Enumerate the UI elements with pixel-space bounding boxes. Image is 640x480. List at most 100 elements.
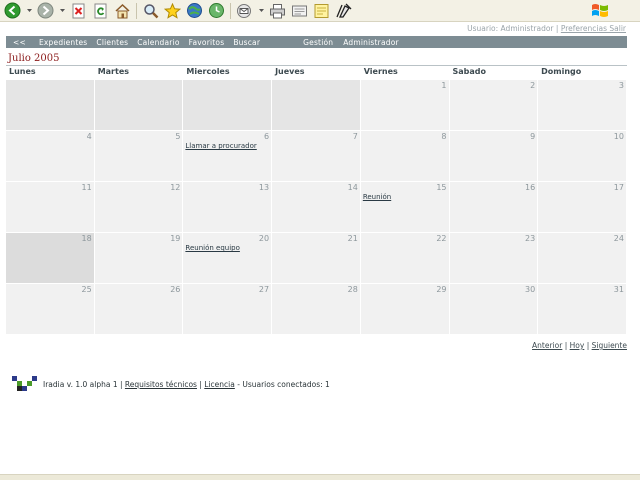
day-number: 17 <box>613 183 624 192</box>
nav-item-favoritos[interactable]: Favoritos <box>189 38 225 47</box>
calendar-day-cell[interactable]: 26 <box>94 284 184 335</box>
media-icon[interactable] <box>185 1 204 20</box>
calendar-day-cell[interactable]: 24 <box>538 233 627 284</box>
nav-back-button[interactable]: << <box>13 38 26 47</box>
calendar-event-link[interactable]: Reunión equipo <box>185 244 239 252</box>
back-icon[interactable] <box>3 1 22 20</box>
search-icon[interactable] <box>141 1 160 20</box>
day-number: 13 <box>258 183 270 192</box>
forward-dropdown-icon[interactable] <box>58 1 66 20</box>
browser-toolbar <box>0 0 640 22</box>
calendar-day-cell[interactable]: 18 <box>6 233 95 284</box>
discuss-icon[interactable] <box>312 1 331 20</box>
forward-icon[interactable] <box>36 1 55 20</box>
calendar-day-cell[interactable]: 22 <box>360 233 450 284</box>
weekday-label: Martes <box>97 67 130 76</box>
calendar-day-cell[interactable]: 30 <box>449 284 539 335</box>
back-dropdown-icon[interactable] <box>25 1 33 20</box>
calendar-day-cell[interactable]: 12 <box>94 182 184 233</box>
main-nav: << Expedientes Clientes Calendario Favor… <box>6 36 627 48</box>
calendar-event-link[interactable]: Reunión <box>363 193 391 201</box>
calendar-day-cell[interactable]: 1 <box>360 80 450 131</box>
today-link[interactable]: Hoy <box>570 341 585 350</box>
calendar-header: Lunes Martes Miercoles Jueves Viernes Sa… <box>6 67 627 80</box>
edit-icon[interactable] <box>290 1 309 20</box>
requirements-link[interactable]: Requisitos técnicos <box>125 380 197 389</box>
iradia-logo-icon <box>10 374 38 394</box>
calendar-day-cell[interactable]: 2 <box>449 80 539 131</box>
weekday-label: Lunes <box>9 67 36 76</box>
footer: Iradia v. 1.0 alpha 1 | Requisitos técni… <box>43 380 330 389</box>
stop-icon[interactable] <box>69 1 88 20</box>
messenger-icon[interactable] <box>334 1 353 20</box>
calendar-day-cell[interactable]: 6 Llamar a procurador <box>183 131 273 182</box>
day-number: 26 <box>170 285 181 294</box>
day-number: 5 <box>175 132 181 141</box>
nav-item-clientes[interactable]: Clientes <box>96 38 128 47</box>
day-number: 25 <box>81 285 92 294</box>
history-icon[interactable] <box>207 1 226 20</box>
nav-item-buscar[interactable]: Buscar <box>233 38 260 47</box>
calendar-day-cell[interactable]: 19 <box>94 233 184 284</box>
calendar-day-cell[interactable]: 31 <box>538 284 627 335</box>
day-number: 23 <box>525 234 536 243</box>
calendar-day-cell[interactable]: 16 <box>449 182 539 233</box>
calendar-day-cell[interactable]: 17 <box>538 182 627 233</box>
day-number: 1 <box>441 81 447 90</box>
calendar-day-cell[interactable]: 13 <box>183 182 273 233</box>
nav-item-calendario[interactable]: Calendario <box>137 38 179 47</box>
calendar-event-link[interactable]: Llamar a procurador <box>185 142 256 150</box>
calendar-day-cell[interactable]: 5 <box>94 131 184 182</box>
nav-item-administrador[interactable]: Administrador <box>343 38 399 47</box>
calendar-day-cell[interactable]: 25 <box>6 284 95 335</box>
weekday-label: Sabado <box>452 67 486 76</box>
calendar-day-cell[interactable]: 7 <box>272 131 361 182</box>
refresh-icon[interactable] <box>91 1 110 20</box>
calendar-day-cell[interactable]: 23 <box>449 233 539 284</box>
day-number: 9 <box>530 132 536 141</box>
calendar-day-cell[interactable] <box>94 80 184 131</box>
calendar-day-cell[interactable]: 11 <box>6 182 95 233</box>
day-number: 28 <box>347 285 358 294</box>
mail-icon[interactable] <box>235 1 254 20</box>
calendar: Lunes Martes Miercoles Jueves Viernes Sa… <box>6 67 627 335</box>
license-link[interactable]: Licencia <box>204 380 235 389</box>
day-number: 24 <box>613 234 624 243</box>
calendar-day-cell[interactable]: 4 <box>6 131 95 182</box>
day-number: 31 <box>613 285 624 294</box>
calendar-day-cell[interactable]: 14 <box>272 182 361 233</box>
connected-users-text: - Usuarios conectados: 1 <box>237 380 330 389</box>
calendar-day-cell[interactable]: 29 <box>360 284 450 335</box>
day-number: 11 <box>81 183 92 192</box>
favorites-icon[interactable] <box>163 1 182 20</box>
day-number: 3 <box>618 81 624 90</box>
day-number: 16 <box>525 183 536 192</box>
print-icon[interactable] <box>268 1 287 20</box>
preferences-link[interactable]: Preferencias Salir <box>561 24 626 33</box>
user-text: Usuario: Administrador <box>467 24 554 33</box>
calendar-day-cell[interactable]: 28 <box>272 284 361 335</box>
calendar-day-cell[interactable]: 21 <box>272 233 361 284</box>
nav-item-expedientes[interactable]: Expedientes <box>39 38 87 47</box>
calendar-day-cell[interactable]: 8 <box>360 131 450 182</box>
day-number: 15 <box>436 183 447 192</box>
title-divider <box>6 65 627 66</box>
mail-dropdown-icon[interactable] <box>257 1 265 20</box>
calendar-day-cell[interactable]: 20 Reunión equipo <box>183 233 273 284</box>
calendar-day-cell[interactable] <box>6 80 95 131</box>
status-bar <box>0 474 640 480</box>
calendar-grid: 1 2 3 4 5 6 Llamar a procurador 7 8 9 10 11 12 13 14 15… <box>6 80 627 335</box>
calendar-day-cell[interactable]: 15 Reunión <box>360 182 450 233</box>
weekday-label: Domingo <box>541 67 582 76</box>
calendar-day-cell[interactable]: 9 <box>449 131 539 182</box>
calendar-day-cell[interactable] <box>183 80 273 131</box>
calendar-day-cell[interactable]: 10 <box>538 131 627 182</box>
calendar-day-cell[interactable]: 27 <box>183 284 273 335</box>
next-month-link[interactable]: Siguiente <box>592 341 627 350</box>
day-number: 2 <box>530 81 536 90</box>
calendar-day-cell[interactable] <box>272 80 361 131</box>
home-icon[interactable] <box>113 1 132 20</box>
calendar-day-cell[interactable]: 3 <box>538 80 627 131</box>
nav-item-gestion[interactable]: Gestión <box>303 38 333 47</box>
previous-month-link[interactable]: Anterior <box>532 341 562 350</box>
